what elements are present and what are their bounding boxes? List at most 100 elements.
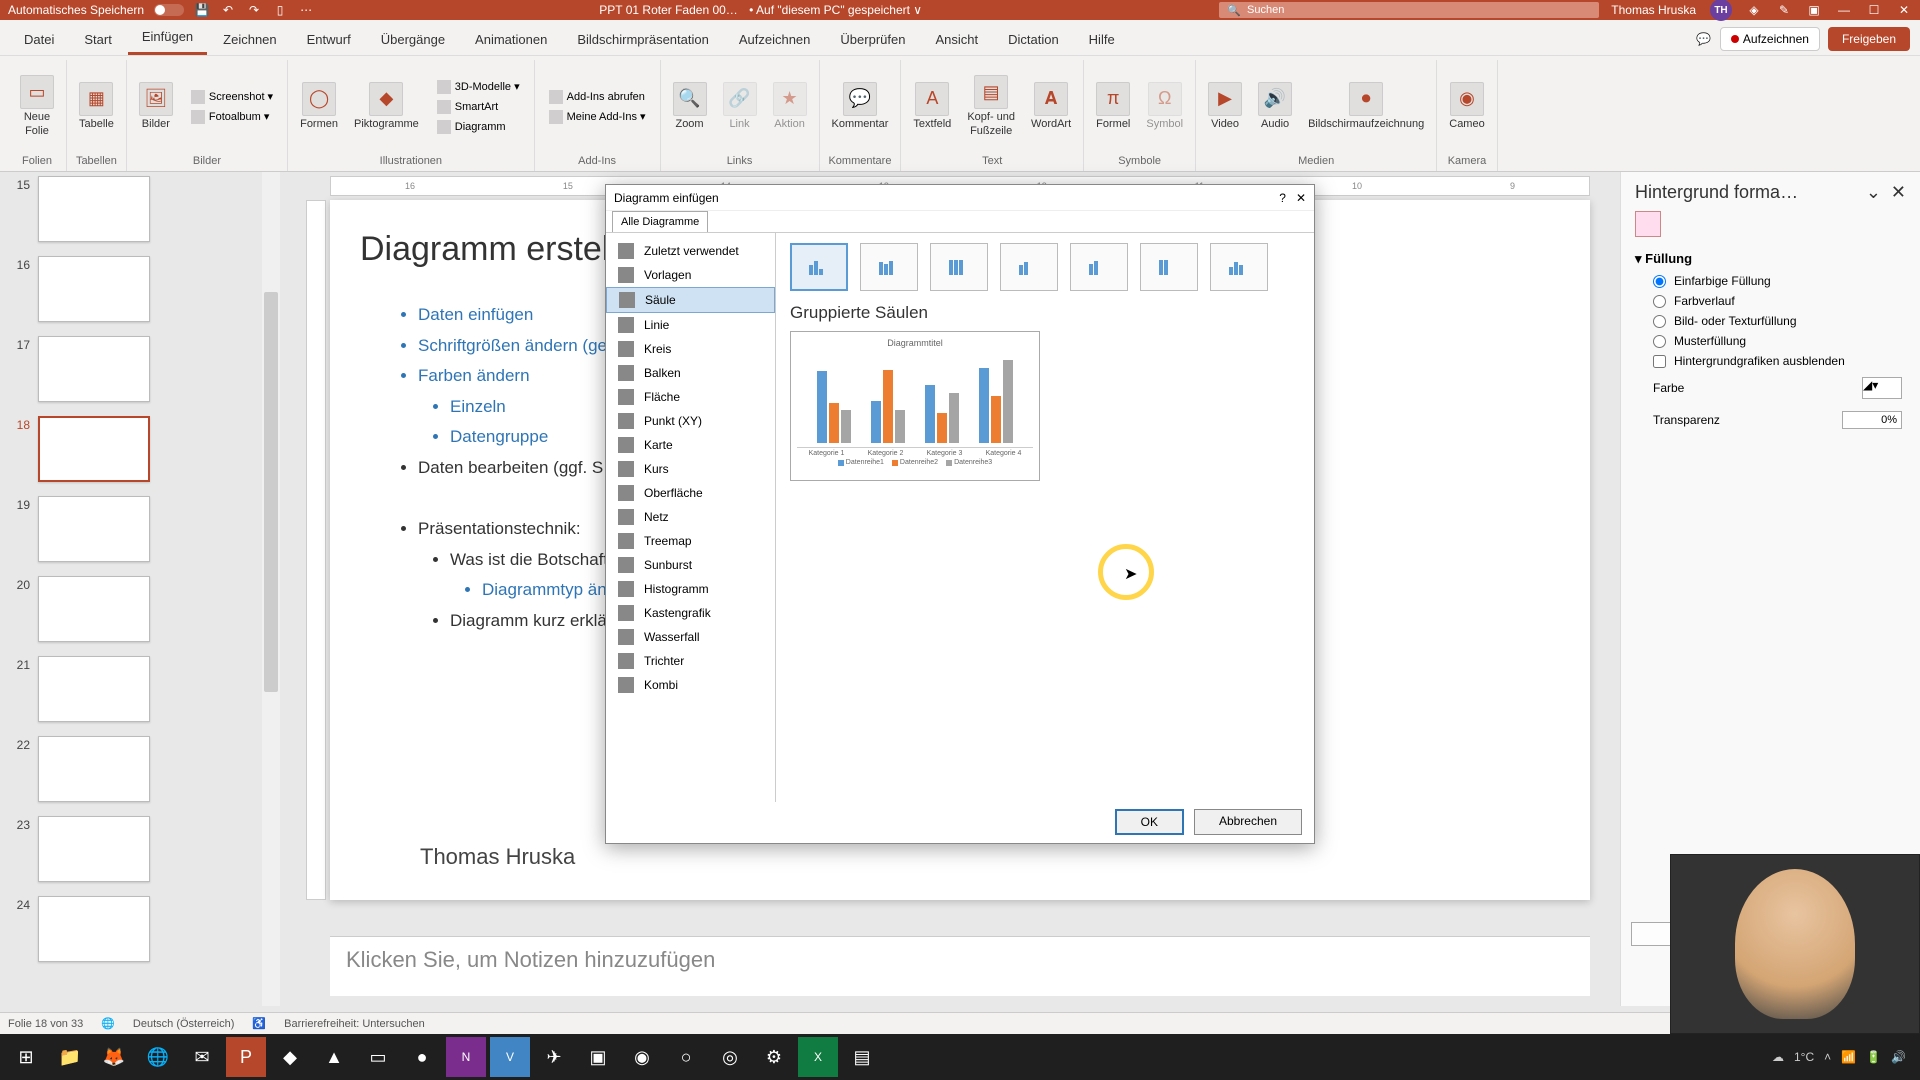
thumb-21[interactable] <box>38 656 150 722</box>
cat-surface[interactable]: Oberfläche <box>606 481 775 505</box>
screenshot-button[interactable]: Screenshot ▾ <box>185 88 279 106</box>
tab-datei[interactable]: Datei <box>10 24 68 55</box>
slide-title[interactable]: Diagramm erstelle <box>360 230 636 269</box>
models3d-button[interactable]: 3D-Modelle ▾ <box>431 78 526 96</box>
tab-zeichnen[interactable]: Zeichnen <box>209 24 290 55</box>
cat-recent[interactable]: Zuletzt verwendet <box>606 239 775 263</box>
volume-icon[interactable]: 🔊 <box>1891 1050 1906 1064</box>
app5-icon[interactable]: ▣ <box>578 1037 618 1077</box>
pictures-button[interactable]: 🖼Bilder <box>135 78 177 135</box>
explorer-icon[interactable]: 📁 <box>50 1037 90 1077</box>
settings-icon[interactable]: ⚙ <box>754 1037 794 1077</box>
subtype-3d-column[interactable] <box>1210 243 1268 291</box>
cat-xy[interactable]: Punkt (XY) <box>606 409 775 433</box>
slideshow-icon[interactable]: ▯ <box>272 2 288 18</box>
thumb-17[interactable] <box>38 336 150 402</box>
action-button[interactable]: ★Aktion <box>769 78 811 135</box>
cat-sunburst[interactable]: Sunburst <box>606 553 775 577</box>
language-status[interactable]: Deutsch (Österreich) <box>133 1018 234 1030</box>
app7-icon[interactable]: ○ <box>666 1037 706 1077</box>
fill-section-header[interactable]: ▾ Füllung <box>1635 247 1906 271</box>
ok-button[interactable]: OK <box>1115 809 1184 835</box>
equation-button[interactable]: πFormel <box>1092 78 1134 135</box>
chart-preview[interactable]: Diagrammtitel Kategorie 1 Kategorie 2 Ka… <box>790 331 1040 481</box>
hide-bg-checkbox[interactable] <box>1653 355 1666 368</box>
thumb-19[interactable] <box>38 496 150 562</box>
weather-icon[interactable]: ☁ <box>1772 1050 1784 1064</box>
thumb-20[interactable] <box>38 576 150 642</box>
thumb-15[interactable] <box>38 176 150 242</box>
subtype-3d-stacked100[interactable] <box>1140 243 1198 291</box>
video-button[interactable]: ▶Video <box>1204 78 1246 135</box>
tab-aufzeichnen[interactable]: Aufzeichnen <box>725 24 825 55</box>
minimize-icon[interactable]: — <box>1836 2 1852 18</box>
thumb-18[interactable] <box>38 416 150 482</box>
pattern-fill-radio[interactable] <box>1653 335 1666 348</box>
cat-combo[interactable]: Kombi <box>606 673 775 697</box>
saved-indicator[interactable]: • Auf "diesem PC" gespeichert ∨ <box>749 3 922 17</box>
dialog-tab-all[interactable]: Alle Diagramme <box>612 211 708 232</box>
gradient-fill-radio[interactable] <box>1653 295 1666 308</box>
onenote-icon[interactable]: N <box>446 1037 486 1077</box>
cat-column[interactable]: Säule <box>606 287 775 313</box>
tray-chevron-icon[interactable]: ˄ <box>1824 1050 1831 1064</box>
app3-icon[interactable]: ● <box>402 1037 442 1077</box>
tab-entwurf[interactable]: Entwurf <box>293 24 365 55</box>
symbol-button[interactable]: ΩSymbol <box>1142 78 1187 135</box>
close-pane-icon[interactable]: ✕ <box>1891 182 1906 203</box>
accessibility-icon[interactable]: ♿ <box>252 1017 266 1030</box>
wifi-icon[interactable]: 📶 <box>1841 1050 1856 1064</box>
tab-uebergaenge[interactable]: Übergänge <box>367 24 459 55</box>
tab-animationen[interactable]: Animationen <box>461 24 561 55</box>
app2-icon[interactable]: ▭ <box>358 1037 398 1077</box>
subtype-stacked100[interactable] <box>930 243 988 291</box>
cat-radar[interactable]: Netz <box>606 505 775 529</box>
get-addins-button[interactable]: Add-Ins abrufen <box>543 88 652 106</box>
thumb-24[interactable] <box>38 896 150 962</box>
excel-icon[interactable]: X <box>798 1037 838 1077</box>
app6-icon[interactable]: ◉ <box>622 1037 662 1077</box>
cat-waterfall[interactable]: Wasserfall <box>606 625 775 649</box>
vlc-icon[interactable]: ▲ <box>314 1037 354 1077</box>
thumb-16[interactable] <box>38 256 150 322</box>
undo-icon[interactable]: ↶ <box>220 2 236 18</box>
share-button[interactable]: Freigeben <box>1828 27 1910 51</box>
tab-einfuegen[interactable]: Einfügen <box>128 21 207 55</box>
firefox-icon[interactable]: 🦊 <box>94 1037 134 1077</box>
collapse-icon[interactable]: ⌄ <box>1866 182 1881 203</box>
thumbnail-scrollbar[interactable] <box>262 172 280 1006</box>
app-icon[interactable]: ◆ <box>270 1037 310 1077</box>
slide-count[interactable]: Folie 18 von 33 <box>8 1018 83 1030</box>
comment-button[interactable]: 💬Kommentar <box>828 78 893 135</box>
slide-body[interactable]: Daten einfügen Schriftgrößen ändern (ge … <box>390 300 638 637</box>
chrome-icon[interactable]: 🌐 <box>138 1037 178 1077</box>
close-icon[interactable]: ✕ <box>1896 2 1912 18</box>
pen-icon[interactable]: ✎ <box>1776 2 1792 18</box>
app4-icon[interactable]: V <box>490 1037 530 1077</box>
tab-praesentation[interactable]: Bildschirmpräsentation <box>563 24 723 55</box>
cat-bar[interactable]: Balken <box>606 361 775 385</box>
accessibility-status[interactable]: Barrierefreiheit: Untersuchen <box>284 1018 425 1030</box>
user-name[interactable]: Thomas Hruska <box>1611 3 1696 17</box>
cameo-button[interactable]: ◉Cameo <box>1445 78 1488 135</box>
cat-treemap[interactable]: Treemap <box>606 529 775 553</box>
comments-icon[interactable]: 💬 <box>1696 31 1712 47</box>
transparency-input[interactable] <box>1842 411 1902 429</box>
search-box[interactable]: 🔍 Suchen <box>1219 2 1599 18</box>
outlook-icon[interactable]: ✉ <box>182 1037 222 1077</box>
shapes-button[interactable]: ◯Formen <box>296 78 342 135</box>
textbox-button[interactable]: ATextfeld <box>909 78 955 135</box>
app9-icon[interactable]: ▤ <box>842 1037 882 1077</box>
record-button[interactable]: Aufzeichnen <box>1720 27 1820 51</box>
slide-thumbnails[interactable]: 15 16 17 18 19 20 21 22 23 24 <box>0 172 280 1006</box>
cat-templates[interactable]: Vorlagen <box>606 263 775 287</box>
save-icon[interactable]: 💾 <box>194 2 210 18</box>
table-button[interactable]: ▦Tabelle <box>75 78 118 135</box>
redo-icon[interactable]: ↷ <box>246 2 262 18</box>
link-button[interactable]: 🔗Link <box>719 78 761 135</box>
chart-button[interactable]: Diagramm <box>431 118 526 136</box>
cat-area[interactable]: Fläche <box>606 385 775 409</box>
icons-button[interactable]: ◆Piktogramme <box>350 78 423 135</box>
my-addins-button[interactable]: Meine Add-Ins ▾ <box>543 108 652 126</box>
tab-ueberpruefen[interactable]: Überprüfen <box>826 24 919 55</box>
